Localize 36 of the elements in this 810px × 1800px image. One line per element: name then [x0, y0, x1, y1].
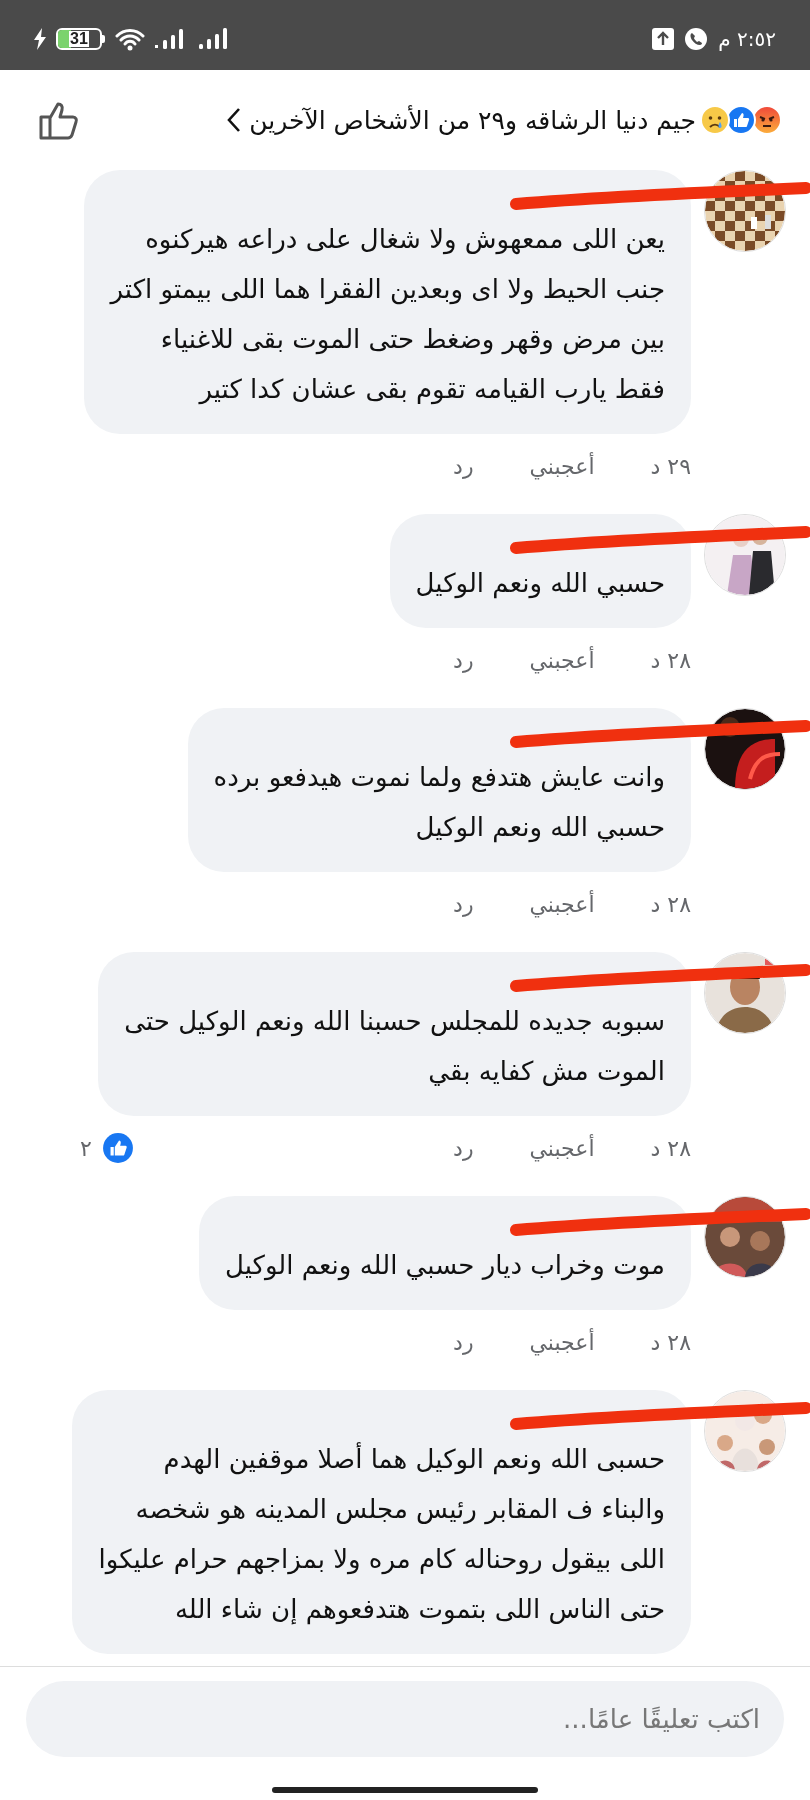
comment-time: ٢٩ د: [649, 453, 691, 479]
like-link[interactable]: أعجبني: [529, 647, 595, 673]
comment-text: وانت عايش هتدفع ولما نموت هيدفعو برده حسبي الله ونعم الوكيل: [187, 708, 691, 872]
clock-time: ٢:٥٢ م: [718, 27, 776, 51]
reply-link[interactable]: رد: [453, 453, 474, 479]
comment-time: ٢٨ د: [649, 1135, 691, 1161]
charging-icon: [34, 28, 46, 50]
comment-text: سبوبه جديده للمجلس حسبنا الله ونعم الوكيل حتى الموت مش كفايه بقي: [98, 952, 691, 1116]
comment-time: ٢٨ د: [649, 647, 691, 673]
signal-icon: [199, 27, 229, 51]
battery-icon: 31: [56, 28, 105, 50]
reactions-link[interactable]: جيم دنيا الرشاقه و٢٩ من الأشخاص الآخرين: [227, 105, 782, 135]
reply-link[interactable]: رد: [453, 647, 474, 673]
sad-face-icon: [700, 105, 730, 135]
comment-input-field[interactable]: اكتب تعليقًا عامًا...: [26, 1681, 784, 1757]
like-icon: [726, 105, 756, 135]
like-icon: [101, 1132, 134, 1164]
comment-time: ٢٨ د: [649, 1329, 691, 1355]
reply-link[interactable]: رد: [453, 891, 474, 917]
angry-face-icon: [752, 105, 782, 135]
like-link[interactable]: أعجبني: [529, 453, 595, 479]
like-link[interactable]: أعجبني: [529, 1135, 595, 1161]
comment-text: يعن اللى ممعهوش ولا شغال على دراعه هيركنوه جنب الحيط ولا اى وبعدين الفقرا هما اللى بيمتو اكتر بين مرض وقهر وضغط حتى الموت بقى للاغنياء فقط يارب القيامه تقوم بقى عشان كدا كتير: [84, 170, 691, 434]
wifi-icon: [115, 27, 145, 51]
reaction-count: ٢: [79, 1135, 92, 1161]
reply-link[interactable]: رد: [453, 1135, 474, 1161]
comment-text: حسبى الله ونعم الوكيل هما أصلا موقفين الهدم والبناء ف المقابر رئيس مجلس المدينه هو شخصه اللى بيقول روحناله كام مره ولا بمزاجهم حرام عليكوا حتى الناس اللى بتموت هتدفعوهم إن شاء الله: [72, 1390, 691, 1654]
like-link[interactable]: أعجبني: [529, 1329, 595, 1355]
phone-chat-icon: [684, 27, 709, 51]
comment-time: ٢٨ د: [649, 891, 691, 917]
reply-link[interactable]: رد: [453, 1329, 474, 1355]
like-link[interactable]: أعجبني: [529, 891, 595, 917]
comment-text: موت وخراب ديار حسبي الله ونعم الوكيل: [199, 1196, 691, 1310]
chevron-icon: [227, 107, 242, 133]
upload-icon: [652, 28, 675, 50]
comment-text: حسبي الله ونعم الوكيل: [389, 514, 691, 628]
